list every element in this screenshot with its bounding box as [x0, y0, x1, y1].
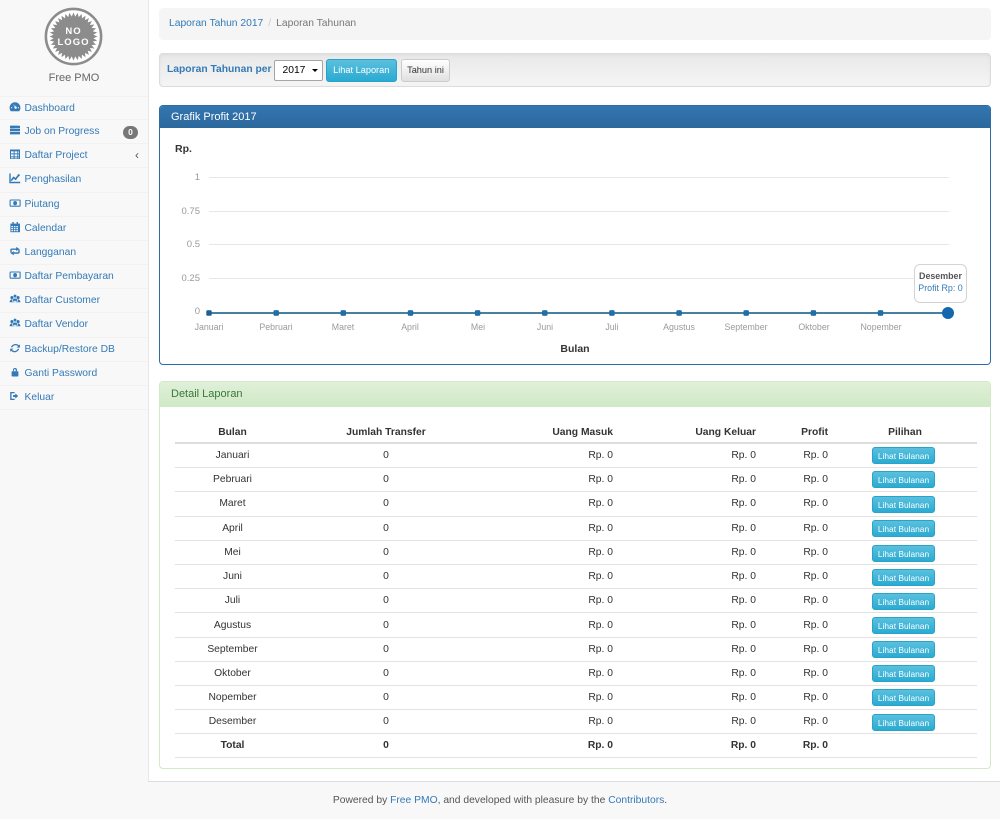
svg-text:LOGO: LOGO	[58, 37, 90, 48]
svg-text:NO: NO	[65, 26, 81, 37]
